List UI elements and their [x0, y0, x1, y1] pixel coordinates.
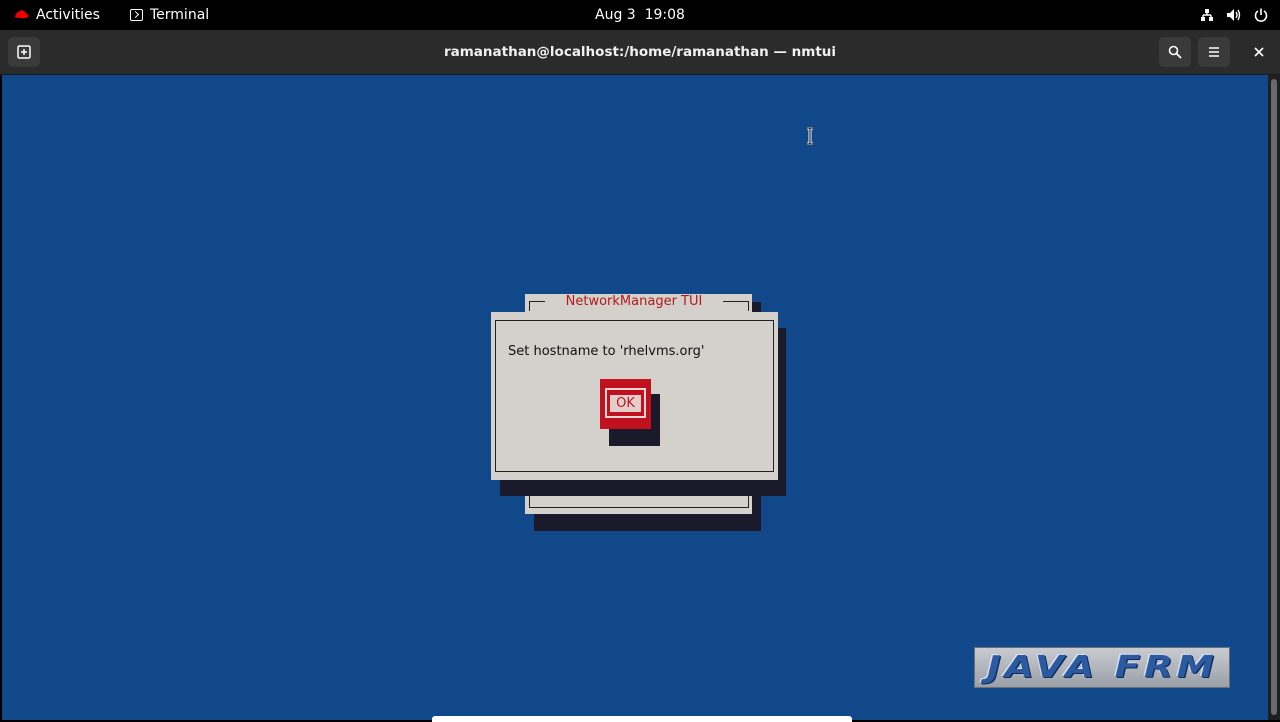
background-window-border [723, 301, 749, 302]
ok-button-label[interactable]: OK [610, 395, 641, 412]
app-label: Terminal [150, 7, 210, 23]
dialog-border [495, 471, 774, 472]
redhat-logo-icon [15, 10, 29, 19]
background-window-border [529, 301, 545, 302]
scrollbar-thumb[interactable] [1271, 79, 1277, 715]
hamburger-menu-button[interactable] [1198, 37, 1230, 67]
dialog-border [495, 320, 496, 472]
background-window-border [748, 301, 749, 311]
search-icon [1168, 45, 1182, 59]
ibeam-cursor-icon [807, 127, 813, 145]
volume-icon [1227, 9, 1241, 21]
activities-label: Activities [36, 7, 100, 23]
dialog-message: Set hostname to 'rhelvms.org' [508, 344, 705, 359]
search-button[interactable] [1159, 37, 1191, 67]
activities-button[interactable]: Activities [14, 0, 100, 30]
terminal-scrollbar[interactable] [1268, 75, 1280, 720]
terminal-header-bar: ramanathan@localhost:/home/ramanathan — … [0, 30, 1280, 75]
close-icon [1254, 47, 1264, 57]
watermark-text: JAVA FRM [986, 650, 1218, 685]
dialog-border [495, 320, 774, 321]
dialog-title: NetworkManager TUI [546, 294, 722, 310]
terminal-icon [130, 9, 143, 21]
close-button[interactable] [1243, 37, 1275, 67]
window-title: ramanathan@localhost:/home/ramanathan — … [443, 44, 837, 60]
gnome-top-bar: Activities Terminal Aug 3 19:08 [0, 0, 1280, 30]
network-icon [1201, 9, 1213, 21]
clock-label[interactable]: Aug 3 19:08 [595, 7, 685, 23]
hamburger-menu-icon [1209, 47, 1219, 57]
new-tab-button[interactable] [8, 37, 40, 67]
watermark-logo: JAVA FRM [974, 647, 1230, 688]
bottom-panel-edge [432, 716, 852, 722]
new-tab-icon [17, 45, 31, 59]
system-status-area[interactable] [1200, 0, 1268, 30]
terminal-app-menu[interactable]: Terminal [130, 0, 209, 30]
background-window-border [529, 507, 749, 508]
power-icon [1254, 8, 1268, 22]
dialog-border [773, 320, 774, 472]
background-window-border [529, 301, 530, 311]
